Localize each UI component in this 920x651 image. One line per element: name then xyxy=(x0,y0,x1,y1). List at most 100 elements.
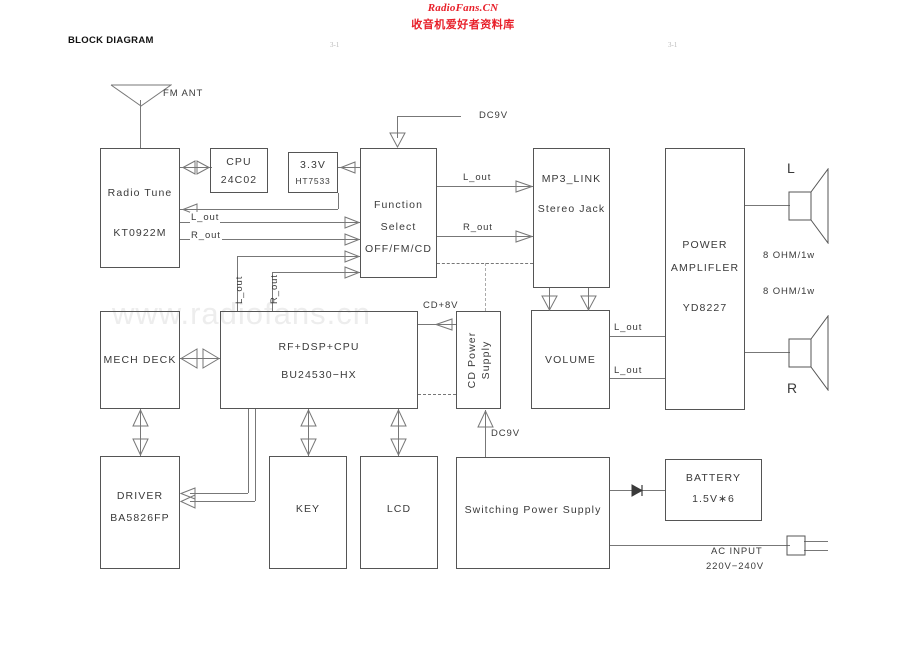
block-dsp-line2: BU24530−HX xyxy=(281,369,357,381)
block-key-line1: KEY xyxy=(295,503,321,515)
speaker-left-icon xyxy=(788,167,830,249)
arrowhead-dc9v-top xyxy=(389,132,406,149)
arrowhead-mech-left xyxy=(180,348,198,369)
label-ac-voltage: 220V−240V xyxy=(706,561,765,572)
block-function-select-line3: OFF/FM/CD xyxy=(364,243,433,255)
arrowhead-mp3-lout xyxy=(515,180,534,193)
arrowhead-fn-to-reg xyxy=(339,161,356,174)
block-function-select-line1: Function xyxy=(373,199,424,211)
wire-dashed-dsp-cdpower xyxy=(418,394,456,395)
wire-driver-fb-h1 xyxy=(190,501,255,502)
arrowhead-key-down xyxy=(300,438,317,457)
block-radio-tune-line1: Radio Tune xyxy=(107,187,173,199)
block-mech-deck-line1: MECH DECK xyxy=(103,354,177,366)
arrowhead-key-up xyxy=(300,408,317,427)
block-power-amp-line2: AMPLIFLER xyxy=(670,262,740,274)
arrowhead-dsp-right xyxy=(202,348,220,369)
block-lcd-line1: LCD xyxy=(386,503,412,515)
arrowhead-vol-in-1 xyxy=(541,295,558,312)
block-function-select-line2: Select xyxy=(380,221,417,233)
brand-name-en: RadioFans.CN xyxy=(427,2,499,14)
block-regulator-line1: 3.3V xyxy=(300,159,326,171)
block-mp3-link-line2: Stereo Jack xyxy=(537,203,606,215)
block-dsp-line1: RF+DSP+CPU xyxy=(278,341,360,353)
block-cd-power-line2: Supply xyxy=(479,340,492,380)
wire-amp-speaker-l xyxy=(745,205,790,206)
block-key[interactable]: KEY xyxy=(269,456,347,569)
block-driver[interactable]: DRIVER BA5826FP xyxy=(100,456,180,569)
arrowhead-vol-in-2 xyxy=(580,295,597,312)
arrowhead-fn-in-1 xyxy=(344,216,361,229)
wire-dsp-lout-h xyxy=(237,256,360,257)
block-power-amplifier[interactable]: POWER AMPLIFLER YD8227 xyxy=(665,148,745,410)
label-speaker-left: L xyxy=(787,160,796,176)
page-mark-right: 3-1 xyxy=(668,41,678,49)
label-tuner-rout: R_out xyxy=(190,230,222,241)
block-cpu[interactable]: CPU 24C02 xyxy=(210,148,268,193)
arrowhead-lcd-down xyxy=(390,438,407,457)
wire-driver-fb-v1 xyxy=(255,409,256,501)
label-volume-out-1: L_out xyxy=(614,322,643,333)
label-dc9v-top: DC9V xyxy=(479,110,508,121)
wire-ac-prong-2 xyxy=(804,550,828,551)
wire-reg-to-tuner xyxy=(180,209,338,210)
block-battery-line1: BATTERY xyxy=(685,472,742,484)
arrowhead-driver-down xyxy=(132,438,149,457)
block-driver-line2: BA5826FP xyxy=(110,512,170,524)
block-volume-line1: VOLUME xyxy=(545,354,596,366)
arrowhead-fn-in-2 xyxy=(344,233,361,246)
wire-vol-amp-2 xyxy=(610,378,665,379)
arrowhead-cdpower-in xyxy=(434,318,453,331)
block-cd-power-supply[interactable]: CD Power Supply xyxy=(456,311,501,409)
arrowhead-driver-up xyxy=(132,408,149,427)
label-dsp-rout-vertical: R_out xyxy=(269,274,280,304)
wire-dashed-down-cd xyxy=(485,263,486,311)
wire-ac-prong-1 xyxy=(804,541,828,542)
block-mp3-link-line1: MP3_LINK xyxy=(541,173,602,185)
block-cd-power-line1: CD Power xyxy=(465,331,478,389)
block-radio-tune[interactable]: Radio Tune KT0922M xyxy=(100,148,180,268)
label-volume-out-2: L_out xyxy=(614,365,643,376)
block-cpu-line1: CPU xyxy=(226,156,252,168)
block-regulator-line2: HT7533 xyxy=(295,176,331,186)
arrowhead-mp3-rout xyxy=(515,230,534,243)
wire-amp-speaker-r xyxy=(745,352,790,353)
block-driver-line1: DRIVER xyxy=(116,490,164,502)
arrowhead-fn-in-4 xyxy=(344,266,361,279)
block-power-amp-line1: POWER xyxy=(682,239,728,251)
wire-vol-amp-1 xyxy=(610,336,665,337)
block-switching-psu-line1: Switching Power Supply xyxy=(464,504,602,516)
wire-driver-fb-h2 xyxy=(190,493,248,494)
block-battery[interactable]: BATTERY 1.5V∗6 xyxy=(665,459,762,521)
block-voltage-regulator[interactable]: 3.3V HT7533 xyxy=(288,152,338,193)
brand-name-cn: 收音机爱好者资料库 xyxy=(411,18,515,31)
arrowhead-cdpower-dc9v xyxy=(477,409,494,428)
block-mech-deck[interactable]: MECH DECK xyxy=(100,311,180,409)
page-mark-left: 3-1 xyxy=(330,41,340,49)
block-battery-line2: 1.5V∗6 xyxy=(692,493,735,505)
block-cpu-line2: 24C02 xyxy=(220,174,258,186)
label-dsp-lout-vertical: L_out xyxy=(234,275,245,304)
wire-dc9v-top-h xyxy=(397,116,461,117)
label-cd-8v: CD+8V xyxy=(423,300,459,311)
label-speaker-right: R xyxy=(787,380,799,396)
block-switching-power-supply[interactable]: Switching Power Supply xyxy=(456,457,610,569)
label-ohm-left: 8 OHM/1w xyxy=(763,250,816,261)
label-ohm-right: 8 OHM/1w xyxy=(763,286,816,297)
arrowhead-cpu-in xyxy=(196,160,211,175)
block-power-amp-line3: YD8227 xyxy=(682,302,728,314)
block-volume[interactable]: VOLUME xyxy=(531,310,610,409)
diode-symbol xyxy=(629,483,647,498)
block-function-select[interactable]: Function Select OFF/FM/CD xyxy=(360,148,437,278)
block-rf-dsp-cpu[interactable]: RF+DSP+CPU BU24530−HX xyxy=(220,311,418,409)
block-mp3-link[interactable]: MP3_LINK Stereo Jack xyxy=(533,148,610,288)
arrowhead-fn-in-3 xyxy=(344,250,361,263)
arrowhead-driver-fb-2 xyxy=(179,494,196,509)
label-fm-ant: FM ANT xyxy=(163,88,204,99)
block-lcd[interactable]: LCD xyxy=(360,456,438,569)
label-fn-lout: L_out xyxy=(463,172,492,183)
arrowhead-tuner-in xyxy=(181,160,196,175)
wire-reg-down xyxy=(338,193,339,209)
label-dc9v-bottom: DC9V xyxy=(491,428,520,439)
arrowhead-lcd-up xyxy=(390,408,407,427)
